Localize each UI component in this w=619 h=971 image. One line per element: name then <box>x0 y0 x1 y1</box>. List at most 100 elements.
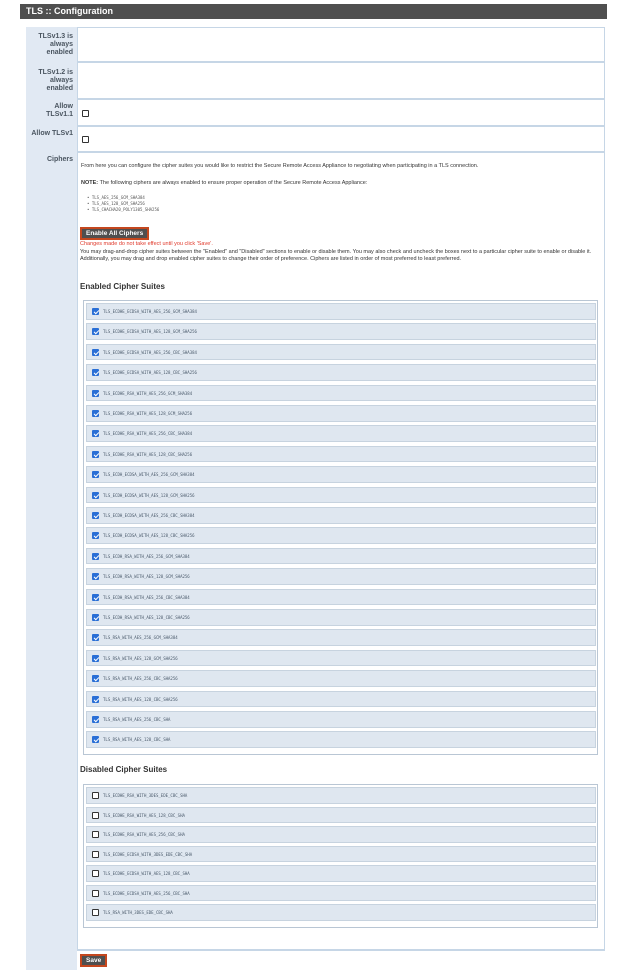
cipher-suite-row[interactable]: TLS_ECDH_ECDSA_WITH_AES_256_CBC_SHA384 <box>86 507 596 524</box>
always-enabled-item: TLS_CHACHA20_POLY1305_SHA256 <box>87 207 159 213</box>
cipher-suite-checkbox[interactable] <box>92 512 99 519</box>
cipher-suite-row[interactable]: TLS_ECDHE_ECDSA_WITH_AES_128_CBC_SHA256 <box>86 364 596 381</box>
cipher-suite-checkbox[interactable] <box>92 471 99 479</box>
cipher-suite-checkbox[interactable] <box>92 532 99 540</box>
cipher-suite-row[interactable]: TLS_ECDHE_RSA_WITH_AES_128_GCM_SHA256 <box>86 405 596 422</box>
cipher-suite-name: TLS_ECDH_ECDSA_WITH_AES_256_GCM_SHA384 <box>103 472 195 478</box>
cipher-suite-row[interactable]: TLS_ECDHE_RSA_WITH_AES_256_GCM_SHA384 <box>86 384 596 402</box>
cipher-suite-checkbox[interactable] <box>92 430 99 438</box>
cipher-suite-row[interactable]: TLS_ECDHE_ECDSA_WITH_3DES_EDE_CBC_SHA <box>86 845 596 862</box>
cipher-suite-name: TLS_ECDHE_RSA_WITH_AES_128_CBC_SHA256 <box>103 451 193 457</box>
cipher-suite-row[interactable]: TLS_ECDH_RSA_WITH_AES_256_GCM_SHA384 <box>86 547 596 565</box>
tls12-label: TLSv1.2 is always enabled <box>38 69 73 92</box>
ciphers-note: NOTE: The following ciphers are always e… <box>81 180 601 187</box>
cipher-suite-name: TLS_ECDHE_ECDSA_WITH_AES_128_GCM_SHA256 <box>103 329 197 335</box>
cipher-suite-name: TLS_ECDH_ECDSA_WITH_AES_128_CBC_SHA256 <box>103 533 195 539</box>
cipher-suite-checkbox[interactable] <box>92 348 99 356</box>
cipher-suite-checkbox[interactable] <box>92 675 99 683</box>
cipher-suite-checkbox[interactable] <box>92 811 99 819</box>
tls1-label: Allow TLSv1 <box>31 130 73 137</box>
cipher-suite-checkbox[interactable] <box>92 328 99 336</box>
cipher-suite-row[interactable]: TLS_ECDHE_RSA_WITH_AES_256_CBC_SHA384 <box>86 425 596 442</box>
cipher-suite-name: TLS_ECDH_ECDSA_WITH_AES_256_CBC_SHA384 <box>103 513 195 518</box>
cipher-suite-checkbox[interactable] <box>92 716 99 723</box>
cipher-suite-row[interactable]: TLS_ECDH_RSA_WITH_AES_128_CBC_SHA256 <box>86 609 596 626</box>
cipher-suite-row[interactable]: TLS_ECDHE_ECDSA_WITH_AES_256_CBC_SHA384 <box>86 343 596 361</box>
cipher-suite-row[interactable]: TLS_RSA_WITH_AES_128_CBC_SHA256 <box>86 690 596 708</box>
cipher-suite-row[interactable]: TLS_ECDH_ECDSA_WITH_AES_256_GCM_SHA384 <box>86 466 596 483</box>
allow-tls11-checkbox[interactable] <box>82 110 89 117</box>
tls13-label: TLSv1.3 is always enabled <box>38 33 73 56</box>
cipher-suite-row[interactable]: TLS_ECDH_ECDSA_WITH_AES_128_GCM_SHA256 <box>86 486 596 504</box>
disabled-suites-heading: Disabled Cipher Suites <box>80 765 168 774</box>
cipher-suite-row[interactable]: TLS_ECDHE_ECDSA_WITH_AES_256_CBC_SHA <box>86 884 596 901</box>
cipher-suite-checkbox[interactable] <box>92 870 99 877</box>
cipher-suite-checkbox[interactable] <box>92 614 99 621</box>
cipher-suite-name: TLS_ECDHE_ECDSA_WITH_AES_256_CBC_SHA <box>103 890 190 896</box>
cipher-suite-name: TLS_RSA_WITH_AES_256_CBC_SHA256 <box>103 676 178 682</box>
cipher-suite-name: TLS_ECDHE_RSA_WITH_AES_256_CBC_SHA384 <box>103 431 193 437</box>
cipher-suite-checkbox[interactable] <box>92 552 99 560</box>
enabled-suites-heading: Enabled Cipher Suites <box>80 282 165 291</box>
cipher-suite-checkbox[interactable] <box>92 389 99 397</box>
save-button[interactable]: Save <box>80 954 108 967</box>
cipher-suite-row[interactable]: TLS_ECDHE_RSA_WITH_3DES_EDE_CBC_SHA <box>86 787 596 804</box>
cipher-suite-row[interactable]: TLS_ECDH_ECDSA_WITH_AES_128_CBC_SHA256 <box>86 527 596 544</box>
cipher-suite-name: TLS_ECDH_ECDSA_WITH_AES_128_GCM_SHA256 <box>103 492 195 498</box>
tls11-label: Allow TLSv1.1 <box>46 103 73 118</box>
enable-all-ciphers-button[interactable]: Enable All Ciphers <box>80 227 150 240</box>
cipher-suite-row[interactable]: TLS_ECDHE_RSA_WITH_AES_128_CBC_SHA256 <box>86 445 596 463</box>
note-text: The following ciphers are always enabled… <box>99 180 368 186</box>
page-title: TLS :: Configuration <box>20 4 607 19</box>
cipher-suite-checkbox[interactable] <box>92 792 99 799</box>
cipher-suite-name: TLS_ECDHE_RSA_WITH_3DES_EDE_CBC_SHA <box>103 793 188 798</box>
cipher-suite-checkbox[interactable] <box>92 654 99 662</box>
cipher-suite-checkbox[interactable] <box>92 850 99 858</box>
cipher-suite-row[interactable]: TLS_RSA_WITH_AES_256_CBC_SHA <box>86 711 596 728</box>
footer-divider <box>77 950 605 951</box>
cipher-suite-checkbox[interactable] <box>92 909 99 916</box>
cipher-suite-checkbox[interactable] <box>92 634 99 642</box>
cipher-suite-checkbox[interactable] <box>92 889 99 897</box>
cipher-suite-row[interactable]: TLS_ECDH_RSA_WITH_AES_256_CBC_SHA384 <box>86 588 596 606</box>
cipher-suite-checkbox[interactable] <box>92 736 99 744</box>
cipher-suite-name: TLS_ECDHE_ECDSA_WITH_AES_128_CBC_SHA <box>103 871 190 876</box>
cipher-suite-name: TLS_ECDHE_RSA_WITH_AES_256_GCM_SHA384 <box>103 390 193 396</box>
cipher-suite-checkbox[interactable] <box>92 410 99 417</box>
cipher-suite-row[interactable]: TLS_ECDHE_ECDSA_WITH_AES_256_GCM_SHA384 <box>86 303 596 320</box>
cipher-suite-checkbox[interactable] <box>92 573 99 581</box>
cipher-suite-name: TLS_ECDH_RSA_WITH_AES_256_GCM_SHA384 <box>103 553 190 559</box>
tls12-value-cell <box>77 62 605 99</box>
cipher-suite-row[interactable]: TLS_ECDH_RSA_WITH_AES_128_GCM_SHA256 <box>86 568 596 585</box>
cipher-suite-checkbox[interactable] <box>92 491 99 499</box>
cipher-suite-checkbox[interactable] <box>92 369 99 377</box>
note-label: NOTE: <box>81 180 99 186</box>
cipher-suite-row[interactable]: TLS_ECDHE_RSA_WITH_AES_128_CBC_SHA <box>86 806 596 823</box>
cipher-suite-name: TLS_ECDHE_RSA_WITH_AES_128_GCM_SHA256 <box>103 411 193 416</box>
cipher-suite-name: TLS_ECDHE_ECDSA_WITH_AES_128_CBC_SHA256 <box>103 370 197 376</box>
cipher-suite-row[interactable]: TLS_RSA_WITH_AES_256_GCM_SHA384 <box>86 629 596 646</box>
tls1-value-cell <box>77 126 605 152</box>
cipher-suite-checkbox[interactable] <box>92 308 99 315</box>
cipher-suite-row[interactable]: TLS_RSA_WITH_AES_256_CBC_SHA256 <box>86 670 596 687</box>
cipher-suite-row[interactable]: TLS_RSA_WITH_3DES_EDE_CBC_SHA <box>86 904 596 921</box>
cipher-suite-row[interactable]: TLS_ECDHE_RSA_WITH_AES_256_CBC_SHA <box>86 826 596 843</box>
cipher-suite-checkbox[interactable] <box>92 831 99 838</box>
cipher-suite-name: TLS_ECDHE_RSA_WITH_AES_128_CBC_SHA <box>103 812 185 818</box>
tls13-value-cell <box>77 27 605 62</box>
cipher-instructions: You may drag-and-drop cipher suites betw… <box>80 249 592 262</box>
cipher-suite-name: TLS_RSA_WITH_AES_128_CBC_SHA <box>103 737 171 743</box>
label-column <box>26 27 77 970</box>
cipher-suite-checkbox[interactable] <box>92 695 99 703</box>
cipher-suite-row[interactable]: TLS_RSA_WITH_AES_128_GCM_SHA256 <box>86 649 596 667</box>
tls11-value-cell <box>77 99 605 126</box>
cipher-suite-row[interactable]: TLS_ECDHE_ECDSA_WITH_AES_128_GCM_SHA256 <box>86 323 596 340</box>
cipher-suite-checkbox[interactable] <box>92 450 99 458</box>
cipher-suite-row[interactable]: TLS_ECDHE_ECDSA_WITH_AES_128_CBC_SHA <box>86 865 596 882</box>
cipher-suite-name: TLS_RSA_WITH_AES_128_CBC_SHA256 <box>103 696 178 702</box>
cipher-suite-name: TLS_ECDHE_ECDSA_WITH_3DES_EDE_CBC_SHA <box>103 851 193 857</box>
cipher-suite-row[interactable]: TLS_RSA_WITH_AES_128_CBC_SHA <box>86 731 596 748</box>
always-enabled-list: TLS_AES_256_GCM_SHA384 TLS_AES_128_GCM_S… <box>87 195 159 213</box>
allow-tls1-checkbox[interactable] <box>82 136 89 143</box>
cipher-suite-checkbox[interactable] <box>92 593 99 601</box>
